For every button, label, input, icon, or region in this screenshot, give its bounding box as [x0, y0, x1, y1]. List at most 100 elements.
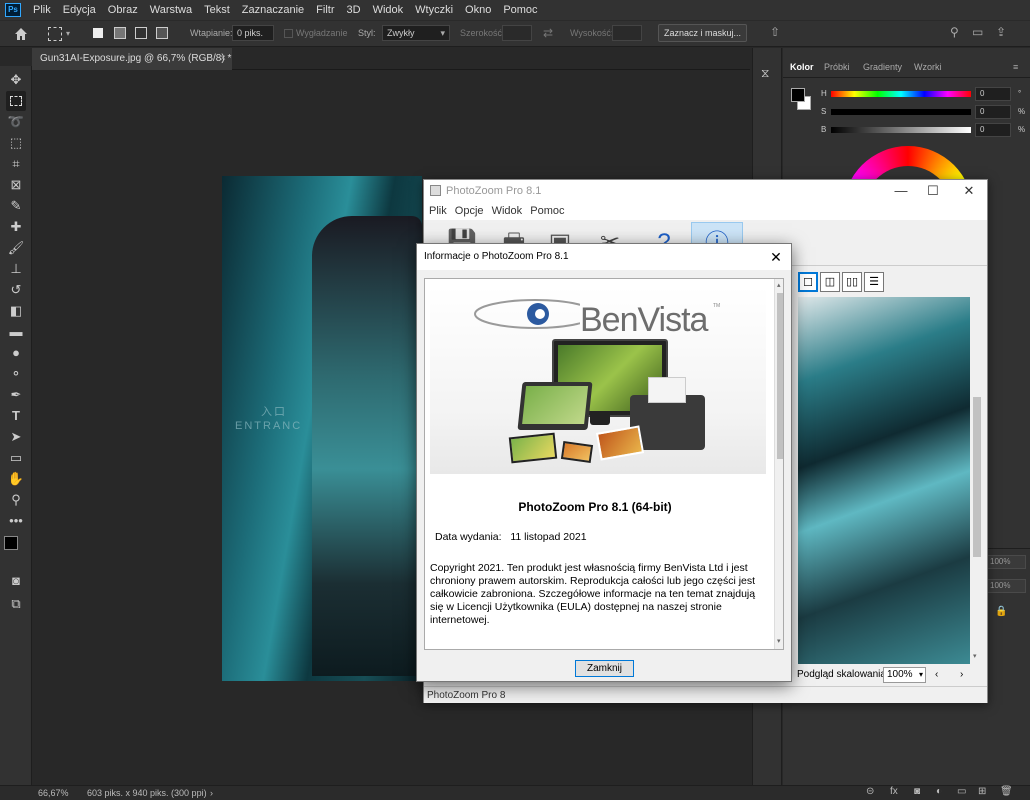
eraser-tool-icon[interactable]: ◧: [6, 301, 26, 321]
chevron-down-icon[interactable]: ▾: [66, 27, 80, 41]
marquee-tool-icon[interactable]: [6, 91, 26, 111]
history-panel-icon[interactable]: ⧖: [761, 66, 769, 81]
fill-field[interactable]: 100%: [986, 579, 1026, 593]
tab-color[interactable]: Kolor: [790, 62, 814, 72]
zoom-tool-icon[interactable]: ⚲: [6, 490, 26, 510]
scrollbar-thumb[interactable]: [973, 397, 981, 557]
crop-tool-icon[interactable]: ⌗: [6, 154, 26, 174]
stamp-tool-icon[interactable]: ⊥: [6, 259, 26, 279]
dialog-scrollbar[interactable]: ▴ ▾: [774, 279, 783, 649]
menu-edit[interactable]: Edycja: [57, 0, 102, 20]
menu-filter[interactable]: Filtr: [310, 0, 340, 20]
menu-help[interactable]: Pomoc: [497, 0, 543, 20]
pz-menu-view[interactable]: Widok: [492, 205, 523, 217]
close-dialog-button[interactable]: Zamknij: [575, 660, 634, 677]
minimize-icon[interactable]: —: [886, 180, 916, 202]
quick-mask-icon[interactable]: ◙: [6, 571, 26, 591]
share-icon[interactable]: ⇪: [996, 25, 1006, 39]
single-view-icon[interactable]: ☐: [798, 272, 818, 292]
new-selection-icon[interactable]: [93, 28, 103, 38]
preview-image[interactable]: [798, 297, 970, 664]
new-layer-icon[interactable]: ⊞: [978, 786, 986, 797]
menu-plugins[interactable]: Wtyczki: [409, 0, 459, 20]
menu-window[interactable]: Okno: [459, 0, 497, 20]
path-selection-tool-icon[interactable]: ➤: [6, 427, 26, 447]
brightness-input[interactable]: 0: [975, 123, 1011, 137]
maximize-icon[interactable]: ☐: [918, 180, 948, 202]
foreground-color-swatch[interactable]: [791, 88, 805, 102]
link-layers-icon[interactable]: ⊝: [866, 786, 874, 797]
width-input[interactable]: [502, 25, 532, 41]
tab-gradients[interactable]: Gradienty: [863, 62, 902, 72]
folder-icon[interactable]: ▭: [957, 786, 966, 797]
stacked-view-icon[interactable]: ☰: [864, 272, 884, 292]
menu-select[interactable]: Zaznaczanie: [236, 0, 310, 20]
menu-3d[interactable]: 3D: [341, 0, 367, 20]
rectangle-tool-icon[interactable]: ▭: [6, 448, 26, 468]
foreground-color-swatch[interactable]: [4, 536, 18, 550]
menu-type[interactable]: Tekst: [198, 0, 236, 20]
frame-tool-icon[interactable]: ⊠: [6, 175, 26, 195]
antialias-checkbox[interactable]: [284, 29, 293, 38]
brightness-slider[interactable]: [831, 127, 971, 133]
select-and-mask-button[interactable]: Zaznacz i maskuj...: [658, 24, 747, 42]
close-icon[interactable]: ×: [220, 48, 226, 70]
saturation-slider[interactable]: [831, 109, 971, 115]
menu-view[interactable]: Widok: [367, 0, 410, 20]
panel-menu-icon[interactable]: ≡: [1013, 62, 1018, 72]
hue-input[interactable]: 0: [975, 87, 1011, 101]
add-selection-icon[interactable]: [114, 27, 126, 39]
move-tool-icon[interactable]: ✥: [6, 70, 26, 90]
home-icon[interactable]: [14, 27, 28, 41]
intersect-selection-icon[interactable]: [156, 27, 168, 39]
more-tools-icon[interactable]: •••: [6, 511, 26, 531]
object-selection-tool-icon[interactable]: ⬚: [6, 133, 26, 153]
lasso-tool-icon[interactable]: ➰: [6, 112, 26, 132]
add-mask-icon[interactable]: ◙: [914, 786, 920, 797]
subtract-selection-icon[interactable]: [135, 27, 147, 39]
brush-tool-icon[interactable]: 🖌: [6, 238, 26, 258]
pz-menu-file[interactable]: Plik: [429, 205, 447, 217]
tab-patterns[interactable]: Wzorki: [914, 62, 942, 72]
opacity-field[interactable]: 100%: [986, 555, 1026, 569]
chevron-right-icon[interactable]: ›: [960, 664, 963, 686]
lock-icon[interactable]: 🔒: [995, 606, 1007, 617]
feather-input[interactable]: 0 piks.: [232, 25, 274, 41]
height-input[interactable]: [612, 25, 642, 41]
scroll-up-icon[interactable]: ▴: [777, 281, 781, 289]
workspace-icon[interactable]: ▭: [972, 25, 983, 39]
scroll-down-icon[interactable]: ▾: [777, 637, 781, 645]
dodge-tool-icon[interactable]: ⚬: [6, 364, 26, 384]
history-brush-tool-icon[interactable]: ↺: [6, 280, 26, 300]
healing-brush-tool-icon[interactable]: ✚: [6, 217, 26, 237]
pz-menu-help[interactable]: Pomoc: [530, 205, 564, 217]
chevron-left-icon[interactable]: ‹: [935, 664, 938, 686]
scroll-down-icon[interactable]: ▾: [973, 652, 977, 660]
close-icon[interactable]: ✕: [954, 180, 984, 202]
side-by-side-view-icon[interactable]: ▯▯: [842, 272, 862, 292]
blur-tool-icon[interactable]: ●: [6, 343, 26, 363]
hue-slider[interactable]: [831, 91, 971, 97]
menu-file[interactable]: Plik: [27, 0, 57, 20]
gradient-tool-icon[interactable]: ▬: [6, 322, 26, 342]
share-icon[interactable]: ⇧: [770, 25, 780, 39]
saturation-input[interactable]: 0: [975, 105, 1011, 119]
trash-icon[interactable]: 🗑: [1000, 786, 1013, 797]
chevron-right-icon[interactable]: ›: [210, 788, 213, 798]
pz-menu-options[interactable]: Opcje: [455, 205, 484, 217]
menu-layer[interactable]: Warstwa: [144, 0, 198, 20]
close-icon[interactable]: ✕: [761, 244, 791, 270]
scrollbar-thumb[interactable]: [777, 293, 783, 459]
search-icon[interactable]: ⚲: [950, 25, 959, 39]
fx-icon[interactable]: fx: [890, 786, 898, 797]
document-tab[interactable]: Gun31AI-Exposure.jpg @ 66,7% (RGB/8) * ×: [32, 48, 232, 70]
preview-scrollbar[interactable]: ▾: [971, 297, 983, 664]
preview-zoom-select[interactable]: 100% ▾: [883, 667, 926, 683]
zoom-level[interactable]: 66,67%: [38, 788, 69, 798]
swap-icon[interactable]: ⇄: [543, 26, 553, 40]
adjustment-layer-icon[interactable]: ◐: [936, 786, 942, 797]
screen-mode-icon[interactable]: ⧉: [6, 594, 26, 614]
pen-tool-icon[interactable]: ✒: [6, 385, 26, 405]
eyedropper-tool-icon[interactable]: ✎: [6, 196, 26, 216]
tab-swatches[interactable]: Próbki: [824, 62, 850, 72]
